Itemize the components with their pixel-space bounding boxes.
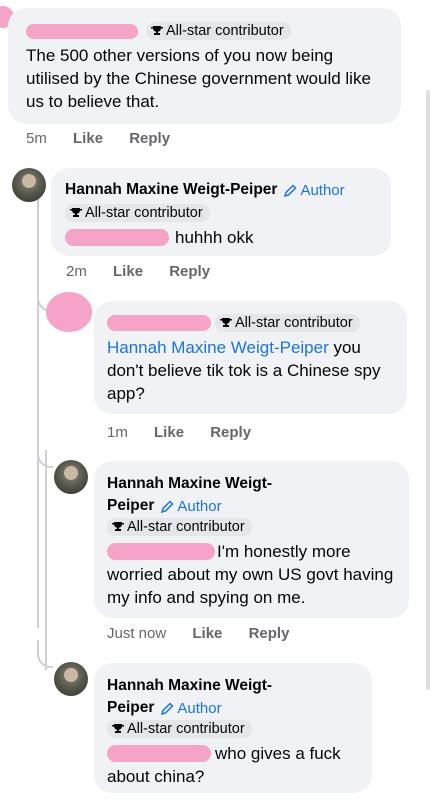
all-star-badge: All-star contributor bbox=[146, 22, 291, 40]
reply-button[interactable]: Reply bbox=[129, 130, 170, 147]
redacted-mention bbox=[107, 745, 211, 762]
commenter-name[interactable]: Hannah Maxine Weigt- bbox=[107, 675, 358, 697]
redacted-name bbox=[107, 315, 211, 331]
commenter-name[interactable]: Hannah Maxine Weigt- bbox=[107, 473, 395, 495]
trophy-icon bbox=[151, 26, 163, 35]
comment-actions: 2m Like Reply bbox=[66, 263, 232, 280]
all-star-badge: All-star contributor bbox=[107, 518, 252, 536]
comment-text: who gives a fuck about china? bbox=[107, 744, 341, 786]
trophy-icon bbox=[70, 208, 82, 217]
like-button[interactable]: Like bbox=[113, 263, 143, 280]
commenter-name-cont[interactable]: Peiper bbox=[107, 497, 154, 515]
all-star-badge: All-star contributor bbox=[65, 204, 210, 222]
comment-time: 2m bbox=[66, 263, 87, 280]
comment-actions: 5m Like Reply bbox=[26, 130, 192, 147]
avatar-redacted[interactable] bbox=[46, 292, 92, 332]
comment-time: 5m bbox=[26, 130, 47, 147]
scrollbar[interactable] bbox=[426, 90, 430, 690]
reply-button[interactable]: Reply bbox=[169, 263, 210, 280]
like-button[interactable]: Like bbox=[154, 424, 184, 441]
like-button[interactable]: Like bbox=[192, 625, 222, 642]
comment-time: Just now bbox=[107, 625, 167, 642]
reply-button[interactable]: Reply bbox=[210, 424, 251, 441]
comment-text: huhhh okk bbox=[65, 226, 377, 249]
comment-text: Hannah Maxine Weigt-Peiper you don't bel… bbox=[107, 338, 381, 403]
all-star-badge: All-star contributor bbox=[215, 314, 360, 332]
like-button[interactable]: Like bbox=[73, 130, 103, 147]
avatar[interactable] bbox=[12, 168, 46, 202]
comment-bubble: Hannah Maxine Weigt-Peiper Author All-st… bbox=[51, 168, 391, 256]
trophy-icon bbox=[112, 522, 124, 531]
redacted-mention bbox=[107, 543, 215, 560]
comment-time: 1m bbox=[107, 424, 128, 441]
thread-connector bbox=[37, 640, 53, 668]
all-star-badge: All-star contributor bbox=[107, 720, 252, 738]
commenter-name[interactable]: Hannah Maxine Weigt-Peiper bbox=[65, 181, 277, 199]
author-badge: Author bbox=[161, 498, 222, 515]
mention-link[interactable]: Hannah Maxine Weigt-Peiper bbox=[107, 338, 329, 357]
avatar[interactable] bbox=[54, 662, 88, 696]
comment-bubble: All-star contributor Hannah Maxine Weigt… bbox=[94, 301, 407, 414]
author-badge: Author bbox=[161, 700, 222, 717]
comment-text: I'm honestly more worried about my own U… bbox=[107, 542, 394, 607]
comment-bubble: All-star contributor The 500 other versi… bbox=[8, 8, 401, 124]
comment-bubble: Hannah Maxine Weigt- Peiper Author All-s… bbox=[94, 663, 372, 793]
avatar[interactable] bbox=[54, 460, 88, 494]
pencil-icon bbox=[161, 499, 174, 513]
pencil-icon bbox=[161, 701, 174, 715]
trophy-icon bbox=[220, 318, 232, 327]
comment-actions: Just now Like Reply bbox=[107, 625, 311, 642]
reply-button[interactable]: Reply bbox=[249, 625, 290, 642]
thread-line bbox=[45, 450, 47, 670]
commenter-name-cont[interactable]: Peiper bbox=[107, 699, 154, 717]
comment-bubble: Hannah Maxine Weigt- Peiper Author All-s… bbox=[94, 461, 409, 618]
trophy-icon bbox=[112, 724, 124, 733]
thread-line bbox=[37, 198, 39, 628]
redacted-mention bbox=[65, 229, 169, 246]
thread-connector bbox=[37, 440, 53, 468]
pencil-icon bbox=[284, 183, 298, 197]
redacted-name bbox=[26, 23, 138, 39]
author-badge: Author bbox=[284, 182, 345, 199]
comment-text: The 500 other versions of you now being … bbox=[26, 46, 371, 111]
comment-actions: 1m Like Reply bbox=[107, 424, 273, 441]
